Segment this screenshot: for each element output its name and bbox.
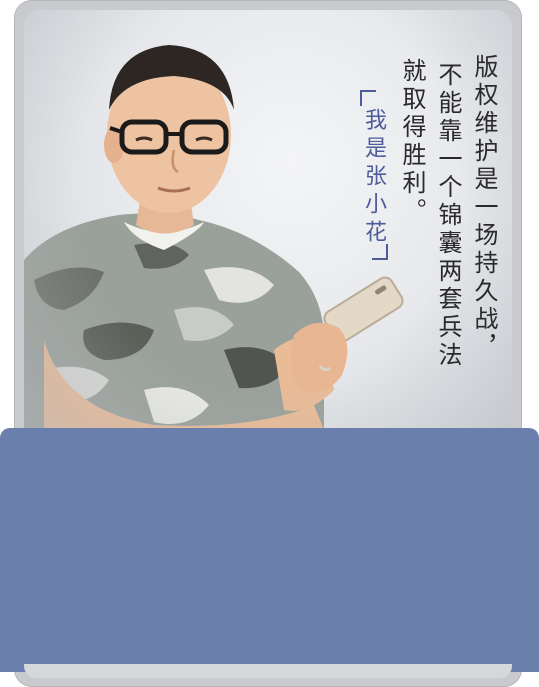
quote-line-2: 不能靠一个锦囊两套兵法 [434,62,462,370]
quote-line-3: 就取得胜利。 [398,58,426,226]
blue-content-panel [0,428,539,672]
bracket-close-icon [372,244,388,260]
page: 版权维护是一场持久战， 不能靠一个锦囊两套兵法 就取得胜利。 我是张小花 [0,0,539,687]
photo-card: 版权维护是一场持久战， 不能靠一个锦囊两套兵法 就取得胜利。 我是张小花 [24,10,512,450]
signature-block: 我是张小花 [358,90,388,260]
bottom-frame-lip [24,664,512,678]
bracket-open-icon [360,90,376,106]
signature-text: 我是张小花 [361,108,386,248]
quote-line-1: 版权维护是一场持久战， [470,54,498,362]
